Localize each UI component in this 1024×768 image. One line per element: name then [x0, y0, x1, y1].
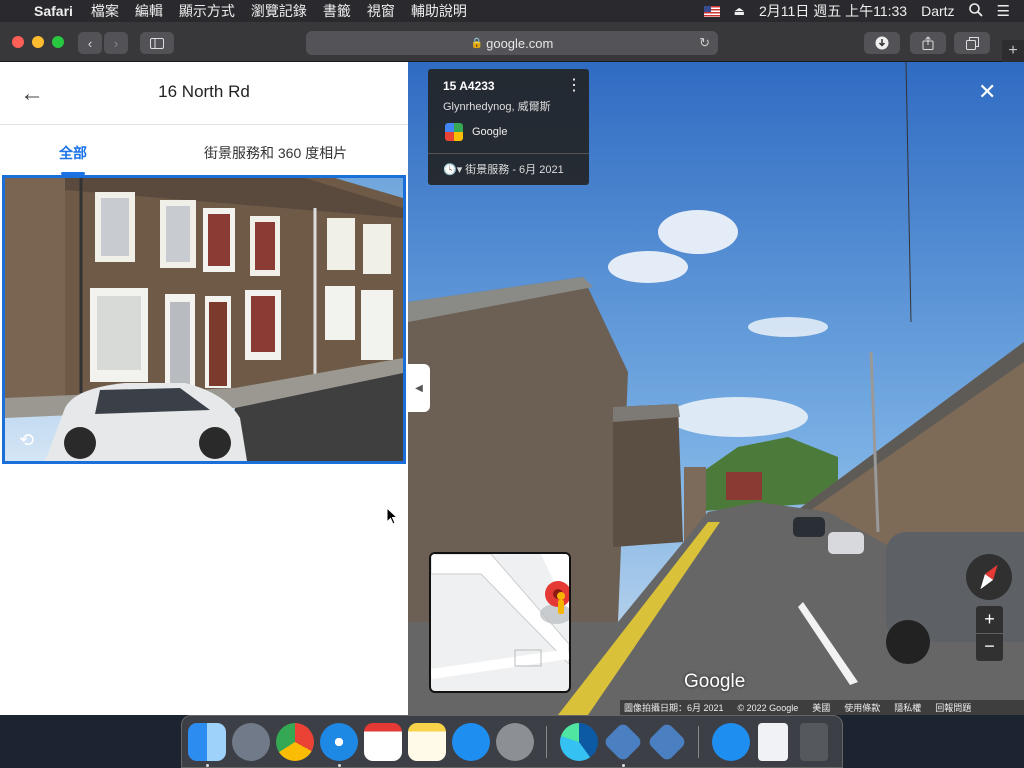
clock-history-icon: 🕓▾	[443, 164, 466, 176]
privacy-link[interactable]: 隱私權	[894, 701, 921, 714]
reload-icon[interactable]: ↻	[699, 35, 710, 51]
edge-icon[interactable]	[560, 723, 598, 761]
tab-overview-button[interactable]	[954, 32, 990, 54]
location-address: 15 A4233	[443, 79, 495, 93]
mouse-cursor-icon	[386, 507, 398, 525]
app-store-icon[interactable]	[452, 723, 490, 761]
menu-view[interactable]: 顯示方式	[179, 1, 235, 21]
zoom-out-button[interactable]: −	[976, 634, 1003, 661]
calendar-icon[interactable]	[364, 723, 402, 761]
google-maps-logo-icon	[445, 123, 463, 141]
app-store-folder-icon[interactable]	[712, 723, 750, 761]
compass-button[interactable]	[966, 554, 1012, 600]
collapse-panel-button[interactable]: ◀	[408, 364, 430, 412]
address-bar[interactable]: 🔒 google.com ↻	[306, 31, 718, 55]
trash-icon[interactable]	[800, 723, 828, 761]
copyright: © 2022 Google	[737, 702, 799, 713]
history-selector[interactable]: 🕓▾ 街景服務 - 6月 2021	[443, 161, 564, 177]
sidebar-toggle-button[interactable]	[140, 32, 174, 54]
history-label: 街景服務 - 6月 2021	[465, 164, 564, 176]
menu-window[interactable]: 視窗	[367, 1, 395, 21]
terms-link[interactable]: 使用條款	[844, 701, 880, 714]
share-icon	[922, 36, 934, 50]
more-options-icon[interactable]: ⋮	[566, 78, 582, 94]
report-problem-link[interactable]: 回報問題	[935, 701, 971, 714]
menu-bar: Safari 檔案 編輯 顯示方式 瀏覽記錄 書籤 視窗 輔助說明 ⏏ 2月11…	[0, 0, 1024, 22]
back-button[interactable]: ‹	[78, 32, 102, 54]
360-rotate-icon: ⟲	[19, 430, 35, 450]
google-wordmark: Google	[684, 671, 746, 692]
downloads-button[interactable]	[864, 32, 900, 54]
tabs-icon	[965, 36, 979, 50]
input-source-flag-icon[interactable]	[703, 5, 720, 17]
forward-button[interactable]: ›	[104, 32, 128, 54]
photos-panel: ← 16 North Rd 全部 街景服務和 360 度相片 ⟲	[0, 62, 408, 715]
launchpad-icon[interactable]	[232, 723, 270, 761]
lock-icon: 🔒	[470, 37, 484, 49]
map-footer: 圖像拍攝日期：6月 2021 © 2022 Google 美國 使用條款 隱私權…	[620, 700, 1024, 715]
browser-toolbar: ‹ › 🔒 google.com ↻ +	[0, 22, 1024, 62]
place-title: 16 North Rd	[158, 82, 250, 101]
safari-icon[interactable]	[320, 723, 358, 761]
image-provider: Google	[472, 126, 508, 138]
dock-separator	[698, 726, 699, 758]
menu-file[interactable]: 檔案	[91, 1, 119, 21]
running-indicator	[338, 764, 341, 767]
running-indicator	[206, 764, 209, 767]
minimize-window-button[interactable]	[32, 36, 44, 48]
minimap[interactable]	[429, 552, 571, 693]
new-tab-button[interactable]: +	[1002, 40, 1024, 62]
capture-date: 圖像拍攝日期：6月 2021	[624, 703, 724, 713]
system-preferences-icon[interactable]	[496, 723, 534, 761]
card-divider	[428, 153, 589, 154]
finder-icon[interactable]	[188, 723, 226, 761]
dock	[181, 715, 843, 768]
menu-user[interactable]: Dartz	[921, 3, 954, 19]
location-info-card: 15 A4233 Glynrhedynog, 威爾斯 ⋮ Google 🕓▾ 街…	[428, 69, 589, 185]
notes-icon[interactable]	[408, 723, 446, 761]
spotlight-search-icon[interactable]	[968, 2, 983, 20]
url-text: google.com	[486, 35, 554, 51]
dock-separator	[546, 726, 547, 758]
menu-help[interactable]: 輔助說明	[411, 1, 467, 21]
zoom-in-button[interactable]: +	[976, 606, 1003, 633]
downloads-folder-icon[interactable]	[758, 723, 788, 761]
sidebar-icon	[150, 37, 164, 49]
tab-street-view-360[interactable]: 街景服務和 360 度相片	[204, 143, 347, 163]
close-street-view-icon[interactable]: ✕	[978, 79, 996, 105]
virtualbox-icon-2[interactable]	[646, 721, 688, 763]
running-indicator	[622, 764, 625, 767]
share-button[interactable]	[910, 32, 946, 54]
menu-edit[interactable]: 編輯	[135, 1, 163, 21]
close-window-button[interactable]	[12, 36, 24, 48]
menu-bookmarks[interactable]: 書籤	[323, 1, 351, 21]
menu-history[interactable]: 瀏覽記錄	[251, 1, 307, 21]
download-icon	[875, 36, 889, 50]
menu-app-name[interactable]: Safari	[34, 3, 73, 19]
chrome-icon[interactable]	[276, 723, 314, 761]
zoom-window-button[interactable]	[52, 36, 64, 48]
virtualbox-icon[interactable]	[602, 721, 644, 763]
control-center-icon[interactable]: ☰	[997, 2, 1010, 20]
street-view-thumbnail[interactable]: ⟲	[2, 175, 406, 464]
location-locality: Glynrhedynog, 威爾斯	[443, 101, 551, 113]
eject-icon[interactable]: ⏏	[734, 4, 745, 18]
menu-clock[interactable]: 2月11日 週五 上午11:33	[759, 1, 907, 21]
region-link[interactable]: 美國	[812, 701, 830, 714]
tab-all[interactable]: 全部	[59, 143, 87, 163]
photo-tabs: 全部 街景服務和 360 度相片	[0, 124, 408, 175]
